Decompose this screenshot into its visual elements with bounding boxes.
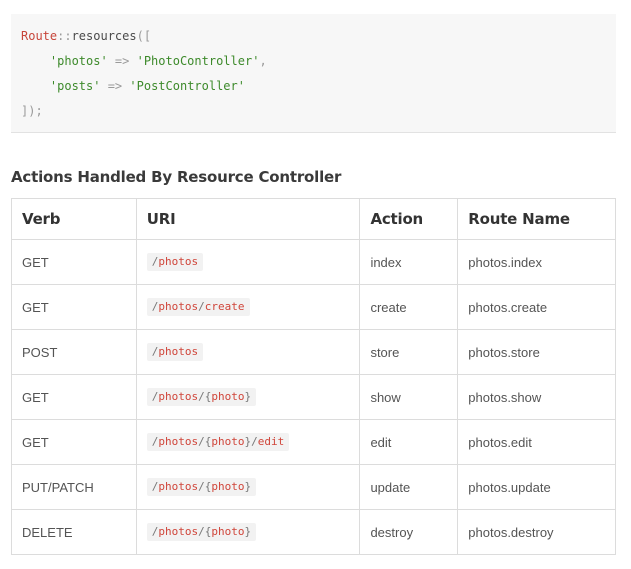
section-title: Actions Handled By Resource Controller (11, 168, 342, 186)
cell-verb: GET (11, 239, 137, 285)
uri-slash: / (251, 435, 258, 448)
cell-route-name: photos.destroy (457, 509, 616, 555)
header-uri: URI (135, 198, 361, 240)
cell-action: edit (359, 419, 459, 465)
cell-verb: GET (11, 419, 137, 465)
code-token: ]); (21, 104, 43, 118)
code-token: => (107, 54, 137, 68)
uri-code: /photos/{photo} (146, 478, 257, 496)
cell-action: store (359, 329, 459, 375)
code-line: ]); (21, 105, 606, 130)
cell-action: show (359, 374, 459, 420)
code-line: 'posts' => 'PostController' (21, 80, 606, 105)
header-route-name: Route Name (457, 198, 616, 240)
cell-uri: /photos/create (135, 284, 361, 330)
uri-segment: photos (158, 255, 199, 268)
uri-segment: create (204, 300, 245, 313)
uri-code: /photos/{photo}/edit (146, 433, 290, 451)
code-token: 'PostController' (129, 79, 245, 93)
code-block: Route::resources([ 'photos' => 'PhotoCon… (11, 14, 616, 133)
table-row: GET/photos/{photo}/edit edit photos.edit (11, 419, 616, 465)
table-row: GET/photos index photos.index (11, 239, 616, 285)
uri-slash: / (198, 390, 205, 403)
cell-action: index (359, 239, 459, 285)
code-token: :: (57, 29, 72, 43)
uri-segment: photos (158, 435, 199, 448)
uri-brace: } (244, 525, 252, 538)
cell-uri: /photos/{photo} (135, 374, 361, 420)
table-row: POST/photos store photos.store (11, 329, 616, 375)
cell-uri: /photos (135, 239, 361, 285)
cell-route-name: photos.create (457, 284, 616, 330)
cell-route-name: photos.update (457, 464, 616, 510)
uri-slash: / (198, 435, 205, 448)
uri-brace: } (244, 390, 252, 403)
cell-verb: GET (11, 374, 137, 420)
cell-uri: /photos/{photo} (135, 464, 361, 510)
uri-brace: } (244, 480, 252, 493)
cell-uri: /photos (135, 329, 361, 375)
resource-actions-table: Verb URI Action Route Name GET/photos ind… (11, 198, 616, 555)
cell-uri: /photos/{photo} (135, 509, 361, 555)
table-row: PUT/PATCH/photos/{photo} update photos.upd… (11, 464, 616, 510)
uri-code: /photos/{photo} (146, 523, 257, 541)
code-token: ([ (136, 29, 152, 43)
uri-slash: / (198, 525, 205, 538)
uri-segment: photos (158, 345, 199, 358)
uri-segment: photo (211, 480, 245, 493)
code-token: 'PhotoController' (136, 54, 260, 68)
code-token: Route (21, 29, 58, 43)
uri-segment: photos (158, 480, 199, 493)
table-row: DELETE/photos/{photo} destroy photos.destr… (11, 509, 616, 555)
code-token: 'posts' (49, 79, 101, 93)
code-token: => (100, 79, 130, 93)
uri-segment: photo (211, 390, 245, 403)
uri-code: /photos/create (146, 298, 250, 316)
cell-action: destroy (359, 509, 459, 555)
uri-code: /photos/{photo} (146, 388, 257, 406)
code-line: Route::resources([ (21, 30, 606, 55)
cell-route-name: photos.index (457, 239, 616, 285)
header-verb: Verb (11, 198, 137, 240)
cell-verb: POST (11, 329, 137, 375)
uri-slash: / (198, 300, 205, 313)
uri-segment: photos (158, 300, 199, 313)
cell-uri: /photos/{photo}/edit (135, 419, 361, 465)
uri-code: /photos (146, 253, 204, 271)
header-action: Action (359, 198, 459, 240)
uri-slash: / (198, 480, 205, 493)
table-row: GET/photos/{photo} show photos.show (11, 374, 616, 420)
uri-segment: photos (158, 390, 199, 403)
code-token: resources (71, 29, 137, 43)
cell-action: update (359, 464, 459, 510)
code-token: , (259, 54, 267, 68)
cell-route-name: photos.edit (457, 419, 616, 465)
cell-verb: GET (11, 284, 137, 330)
cell-route-name: photos.store (457, 329, 616, 375)
cell-verb: PUT/PATCH (11, 464, 137, 510)
cell-verb: DELETE (11, 509, 137, 555)
uri-segment: photo (211, 435, 245, 448)
uri-code: /photos (146, 343, 204, 361)
cell-route-name: photos.show (457, 374, 616, 420)
cell-action: create (359, 284, 459, 330)
table-row: GET/photos/create create photos.create (11, 284, 616, 330)
table-header-row: Verb URI Action Route Name (11, 198, 616, 240)
code-line: 'photos' => 'PhotoController', (21, 55, 606, 80)
uri-segment: photos (158, 525, 199, 538)
uri-segment: edit (257, 435, 285, 448)
code-token: 'photos' (49, 54, 108, 68)
uri-segment: photo (211, 525, 245, 538)
